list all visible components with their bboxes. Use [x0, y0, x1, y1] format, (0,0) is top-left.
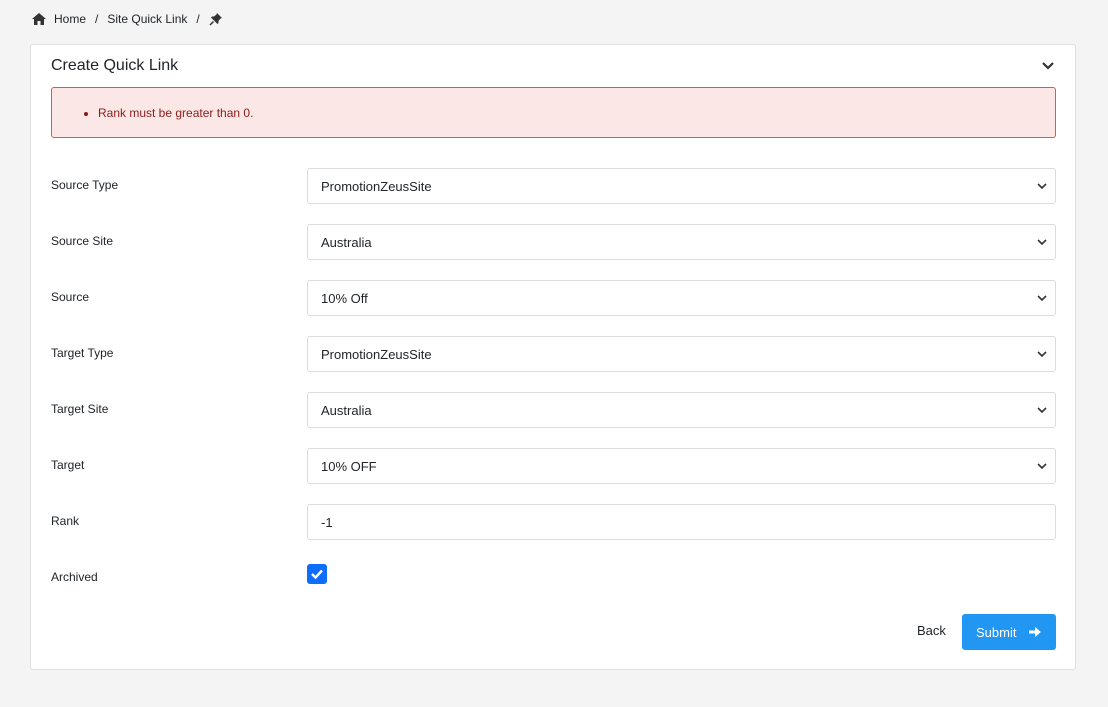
- chevron-down-icon[interactable]: [1041, 59, 1055, 71]
- error-alert: Rank must be greater than 0.: [51, 87, 1056, 138]
- breadcrumb: Home / Site Quick Link /: [32, 10, 223, 28]
- select-value: 10% Off: [321, 290, 368, 306]
- field-label: Target: [51, 458, 85, 472]
- breadcrumb-separator: /: [95, 12, 99, 26]
- checkmark-icon: [311, 569, 323, 580]
- field-label: Rank: [51, 514, 80, 528]
- back-button[interactable]: Back: [917, 623, 946, 638]
- chevron-down-icon: [1037, 351, 1047, 358]
- chevron-down-icon: [1037, 239, 1047, 246]
- error-message: Rank must be greater than 0.: [98, 106, 253, 120]
- select-value: PromotionZeusSite: [321, 178, 432, 194]
- rank-input[interactable]: -1: [307, 504, 1056, 540]
- breadcrumb-site-quick-link[interactable]: Site Quick Link: [107, 12, 187, 26]
- field-label: Target Type: [51, 346, 114, 360]
- field-target: Target 10% OFF: [51, 448, 1056, 484]
- chevron-down-icon: [1037, 407, 1047, 414]
- source-site-select[interactable]: Australia: [307, 224, 1056, 260]
- source-type-select[interactable]: PromotionZeusSite: [307, 168, 1056, 204]
- field-label: Source Type: [51, 178, 119, 192]
- select-value: 10% OFF: [321, 458, 377, 474]
- field-target-type: Target Type PromotionZeusSite: [51, 336, 1056, 372]
- target-type-select[interactable]: PromotionZeusSite: [307, 336, 1056, 372]
- field-source-type: Source Type PromotionZeusSite: [51, 168, 1056, 204]
- create-quick-link-card: Create Quick Link Rank must be greater t…: [30, 44, 1076, 670]
- target-site-select[interactable]: Australia: [307, 392, 1056, 428]
- chevron-down-icon: [1037, 463, 1047, 470]
- chevron-down-icon: [1037, 183, 1047, 190]
- arrow-right-icon: [1029, 627, 1041, 637]
- home-icon[interactable]: [32, 13, 46, 25]
- submit-label: Submit: [976, 624, 1017, 640]
- chevron-down-icon: [1037, 295, 1047, 302]
- field-label: Target Site: [51, 402, 109, 416]
- archived-checkbox[interactable]: [307, 564, 327, 584]
- breadcrumb-home[interactable]: Home: [54, 12, 86, 26]
- field-source-site: Source Site Australia: [51, 224, 1056, 260]
- select-value: PromotionZeusSite: [321, 346, 432, 362]
- field-label: Archived: [51, 570, 98, 584]
- select-value: Australia: [321, 402, 372, 418]
- input-value: -1: [321, 514, 333, 530]
- field-archived: Archived: [51, 564, 1056, 600]
- card-title: Create Quick Link: [51, 57, 179, 74]
- select-value: Australia: [321, 234, 372, 250]
- field-target-site: Target Site Australia: [51, 392, 1056, 428]
- field-rank: Rank -1: [51, 504, 1056, 540]
- field-source: Source 10% Off: [51, 280, 1056, 316]
- submit-button[interactable]: Submit: [962, 614, 1056, 650]
- source-select[interactable]: 10% Off: [307, 280, 1056, 316]
- field-label: Source Site: [51, 234, 114, 248]
- target-select[interactable]: 10% OFF: [307, 448, 1056, 484]
- field-label: Source: [51, 290, 90, 304]
- pin-icon: [209, 12, 223, 26]
- breadcrumb-separator: /: [196, 12, 200, 26]
